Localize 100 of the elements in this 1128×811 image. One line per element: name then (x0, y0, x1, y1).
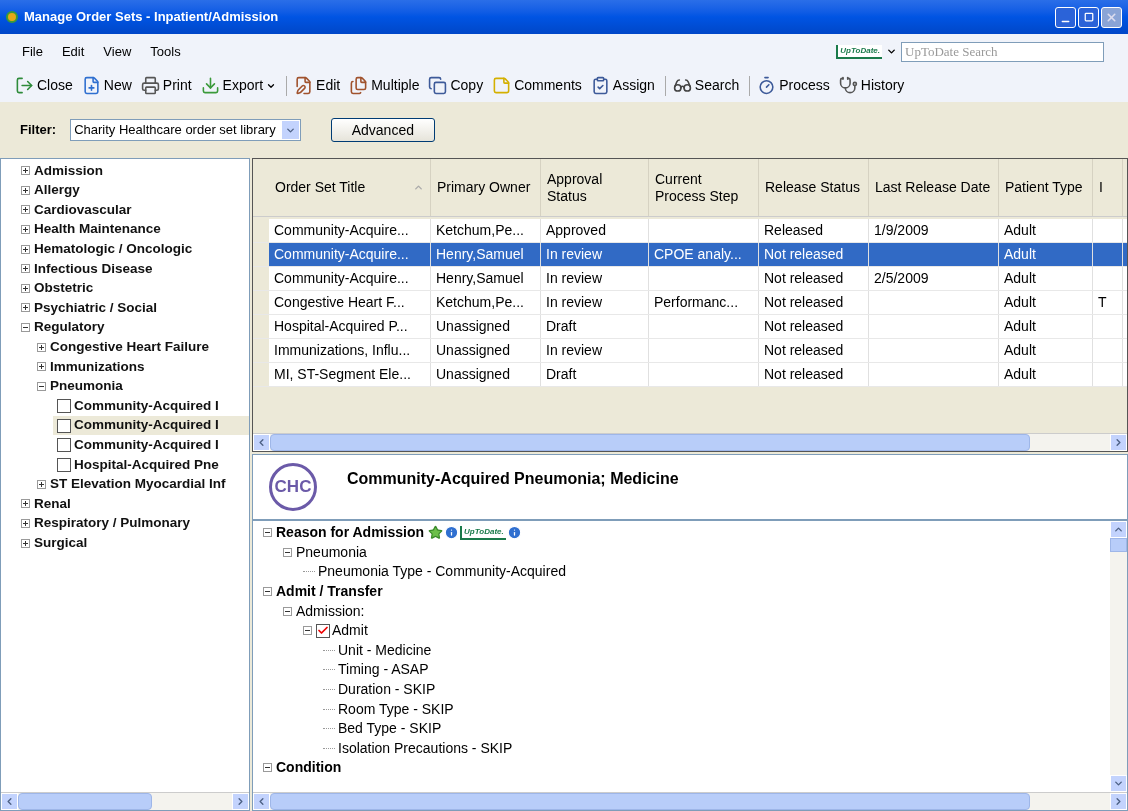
toolbar-button[interactable]: Export (197, 72, 280, 99)
checkbox[interactable] (57, 398, 71, 413)
column-header[interactable]: I (1093, 159, 1123, 216)
expand-toggle[interactable] (21, 166, 30, 176)
tree-item[interactable]: Allergy (34, 180, 80, 201)
expand-toggle[interactable] (21, 244, 30, 254)
toolbar-button[interactable]: Print (137, 72, 195, 99)
toolbar-button[interactable]: New (78, 72, 135, 99)
toolbar-button[interactable]: Process (754, 72, 833, 99)
collapse-toggle[interactable] (263, 587, 272, 597)
table-row[interactable]: Community-Acquire... Henry,Samuel In review CPOE analy... Not released Adult (253, 243, 1127, 267)
collapse-toggle[interactable] (263, 528, 272, 538)
toolbar-button[interactable]: Assign (587, 72, 658, 99)
tree-item[interactable]: Admission (34, 160, 103, 181)
toolbar-button[interactable]: Comments (489, 72, 585, 99)
expand-toggle[interactable] (21, 283, 30, 293)
scrollbar-thumb[interactable] (270, 793, 1030, 810)
toolbar-button[interactable]: History (835, 72, 908, 99)
column-header[interactable]: Order Set Title (269, 159, 431, 216)
table-row[interactable]: Immunizations, Influ... Unassigned In review Not released Adult (253, 339, 1127, 363)
tree-item[interactable]: Community-Acquired I (53, 415, 249, 436)
close-button[interactable] (1101, 6, 1122, 28)
tree-item[interactable]: Hospital-Acquired Pne (53, 454, 249, 475)
advanced-button[interactable]: Advanced (330, 118, 435, 142)
collapse-toggle[interactable] (303, 626, 312, 636)
tree-item[interactable]: Obstetric (34, 278, 94, 299)
expand-toggle[interactable] (21, 499, 30, 509)
expand-toggle[interactable] (21, 264, 30, 274)
scroll-left-button[interactable] (253, 434, 270, 451)
scroll-right-button[interactable] (232, 793, 249, 810)
scroll-right-button[interactable] (1110, 434, 1127, 451)
search-field[interactable]: UpToDate Search (901, 41, 1104, 62)
collapse-toggle[interactable] (37, 381, 46, 391)
restore-button[interactable] (1078, 6, 1099, 28)
filter-dropdown[interactable]: Charity Healthcare order set library (70, 119, 301, 141)
scroll-down-button[interactable] (1110, 775, 1127, 792)
tree-item[interactable]: Renal (34, 493, 71, 514)
toolbar-button[interactable]: Copy (425, 72, 487, 99)
tree-item[interactable]: Community-Acquired I (53, 396, 249, 416)
uptodate-logo[interactable]: UpToDate. (836, 44, 882, 59)
tree-item[interactable]: Psychiatric / Social (34, 297, 158, 319)
tree-item[interactable]: Regulatory (34, 317, 105, 338)
collapse-toggle[interactable] (21, 323, 30, 333)
tree-item[interactable]: Pneumonia (50, 376, 123, 397)
column-header[interactable]: Patient Type (999, 159, 1093, 216)
star-icon[interactable] (428, 525, 444, 541)
tree-item[interactable]: Respiratory / Pulmonary (34, 513, 191, 534)
tree-item[interactable]: ST Elevation Myocardial Inf (50, 474, 226, 495)
expand-toggle[interactable] (21, 519, 30, 528)
tree-item[interactable]: Cardiovascular (34, 199, 132, 221)
scrollbar-thumb[interactable] (18, 793, 152, 810)
expand-toggle[interactable] (37, 479, 46, 489)
checkbox[interactable] (57, 418, 71, 433)
menu-item[interactable]: View (103, 41, 132, 62)
info-icon[interactable] (506, 525, 522, 541)
table-row[interactable]: Hospital-Acquired P... Unassigned Draft Not released Adult (253, 315, 1127, 339)
checkbox[interactable] (57, 457, 71, 472)
expand-toggle[interactable] (37, 342, 46, 352)
scroll-left-button[interactable] (1, 793, 18, 810)
menu-item[interactable]: Tools (150, 41, 181, 62)
tree-item[interactable]: Community-Acquired I (53, 435, 249, 455)
checkbox[interactable] (316, 623, 330, 638)
toolbar-button[interactable]: Edit (291, 72, 344, 99)
scroll-up-button[interactable] (1110, 521, 1127, 538)
column-header[interactable]: Release Status (759, 159, 869, 216)
menu-item[interactable]: Edit (61, 41, 85, 62)
toolbar-button[interactable]: Close (12, 72, 76, 99)
expand-toggle[interactable] (21, 303, 30, 313)
scrollbar-thumb[interactable] (270, 434, 1030, 451)
scrollbar-thumb[interactable] (1110, 538, 1127, 552)
expand-toggle[interactable] (21, 205, 30, 215)
scroll-left-button[interactable] (253, 793, 270, 810)
dropdown-caret-icon[interactable] (886, 46, 897, 57)
checkbox[interactable] (57, 438, 71, 453)
minimize-button[interactable] (1055, 6, 1076, 28)
column-header[interactable]: Current Process Step (649, 159, 759, 216)
collapse-toggle[interactable] (283, 606, 292, 616)
info-icon[interactable] (444, 525, 460, 541)
toolbar-button[interactable]: Search (669, 72, 743, 99)
tree-item[interactable]: Congestive Heart Failure (50, 337, 210, 358)
collapse-toggle[interactable] (283, 547, 292, 557)
tree-item[interactable]: Surgical (34, 532, 88, 554)
uptodate-logo[interactable]: UpToDate. (460, 525, 506, 540)
table-row[interactable]: Congestive Heart F... Ketchum,Pe... In review Performanc... Not released Adult T (253, 291, 1127, 315)
tree-item[interactable]: Health Maintenance (34, 219, 161, 240)
tree-item[interactable]: Hematologic / Oncologic (34, 239, 193, 260)
toolbar-button[interactable]: Multiple (346, 72, 423, 99)
column-header[interactable]: Approval Status (541, 159, 649, 216)
scroll-right-button[interactable] (1110, 793, 1127, 810)
expand-toggle[interactable] (21, 185, 30, 195)
expand-toggle[interactable] (37, 362, 46, 372)
tree-item[interactable]: Infectious Disease (34, 258, 153, 279)
tree-item[interactable]: Immunizations (50, 356, 145, 377)
expand-toggle[interactable] (21, 225, 30, 235)
table-row[interactable]: MI, ST-Segment Ele... Unassigned Draft Not released Adult (253, 363, 1127, 387)
collapse-toggle[interactable] (263, 763, 272, 773)
expand-toggle[interactable] (21, 538, 30, 548)
table-row[interactable]: Community-Acquire... Henry,Samuel In review Not released 2/5/2009 Adult (253, 267, 1127, 291)
menu-item[interactable]: File (22, 41, 43, 62)
column-header[interactable]: Last Release Date (869, 159, 999, 216)
